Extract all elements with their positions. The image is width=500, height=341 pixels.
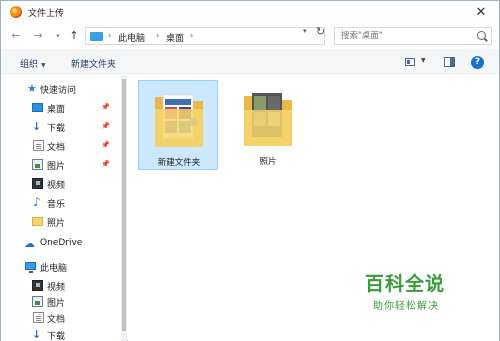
pin-icon: 📌 [101, 103, 110, 111]
breadcrumb-this-pc[interactable]: 此电脑 [118, 31, 145, 44]
address-bar[interactable]: › 此电脑 › 桌面 › [85, 27, 325, 45]
organize-label: 组织 [20, 60, 39, 70]
organize-button[interactable]: 组织 ▼ [20, 57, 46, 70]
nav-item-label: 快速访问 [40, 86, 77, 96]
nav-item-videos[interactable]: 视频 [1, 175, 119, 192]
nav-item-photos[interactable]: 照片 [1, 213, 119, 230]
nav-item-downloads[interactable]: ↓ 下载 📌 [1, 118, 119, 135]
back-arrow-icon[interactable]: ← [9, 29, 23, 43]
search-box[interactable] [334, 27, 492, 45]
address-row: ← → ▾ ↑ › 此电脑 › 桌面 › ▾ ↻ [1, 23, 499, 49]
nav-item-label: 下载 [47, 124, 66, 134]
nav-item-quick-access[interactable]: ★ 快速访问 [1, 80, 119, 97]
nav-item-pc-documents[interactable]: 文档 [1, 309, 119, 326]
nav-item-music[interactable]: ♪ 音乐 [1, 194, 119, 211]
breadcrumb-separator[interactable]: › [156, 31, 159, 40]
pictures-icon [32, 296, 43, 307]
pc-icon [90, 32, 103, 41]
nav-item-label: 视频 [47, 181, 66, 191]
forward-arrow-icon[interactable]: → [31, 29, 45, 43]
new-folder-button[interactable]: 新建文件夹 [71, 57, 116, 70]
desktop-icon [32, 103, 43, 112]
nav-item-label: 照片 [47, 219, 66, 229]
watermark-subtitle: 助你轻松解决 [373, 301, 439, 312]
nav-scrollbar-thumb[interactable] [122, 79, 126, 331]
cloud-icon: ☁ [24, 237, 35, 250]
nav-item-label: 下载 [47, 332, 66, 341]
file-list: 新建文件夹 照片 [128, 75, 499, 341]
pin-icon: 📌 [101, 141, 110, 149]
breadcrumb-desktop[interactable]: 桌面 [166, 31, 184, 44]
document-icon [33, 312, 44, 323]
search-icon[interactable] [477, 31, 486, 40]
folder-icon [155, 94, 203, 147]
search-input[interactable] [341, 30, 471, 42]
recent-locations-dropdown[interactable]: ▾ [51, 29, 65, 43]
breadcrumb-separator[interactable]: › [190, 31, 193, 40]
address-dropdown-icon[interactable]: ▾ [303, 27, 307, 35]
firefox-icon [10, 6, 22, 18]
refresh-icon[interactable]: ↻ [316, 25, 325, 38]
breadcrumb-separator[interactable]: › [108, 31, 111, 40]
nav-item-label: OneDrive [40, 238, 83, 248]
file-item-label: 照片 [259, 157, 277, 167]
file-item-photos[interactable]: 照片 [228, 80, 308, 170]
navigation-pane: ★ 快速访问 桌面 📌 ↓ 下载 📌 文档 📌 图片 📌 视频 ♪ 音乐 照片 … [1, 75, 121, 341]
close-button[interactable]: ✕ [467, 3, 495, 21]
view-options-dropdown[interactable]: ▼ [421, 57, 426, 64]
change-view-icon[interactable] [405, 58, 415, 66]
star-icon: ★ [27, 82, 37, 95]
video-icon [32, 178, 43, 189]
watermark-title: 百科全说 [365, 273, 446, 295]
document-icon [33, 140, 44, 151]
nav-item-label: 桌面 [47, 105, 66, 115]
pc-icon [25, 262, 36, 273]
pin-icon: 📌 [101, 122, 110, 130]
preview-pane-icon[interactable] [444, 57, 455, 67]
nav-item-pc-downloads[interactable]: ↓ 下载 [1, 326, 119, 341]
nav-item-pictures[interactable]: 图片 📌 [1, 156, 119, 173]
pin-icon: 📌 [101, 160, 110, 168]
folder-icon [244, 93, 292, 146]
file-upload-dialog: 文件上传 ✕ ← → ▾ ↑ › 此电脑 › 桌面 › ▾ ↻ 组织▼ 新建文件… [0, 0, 500, 341]
nav-item-pc-pictures[interactable]: 图片 [1, 293, 119, 310]
help-icon[interactable]: ? [471, 56, 484, 69]
nav-item-label: 音乐 [47, 200, 66, 210]
nav-item-label: 文档 [47, 315, 66, 325]
nav-item-documents[interactable]: 文档 📌 [1, 137, 119, 154]
nav-item-this-pc[interactable]: 此电脑 [1, 258, 119, 275]
title-bar: 文件上传 ✕ [1, 1, 499, 23]
music-icon: ♪ [33, 195, 41, 209]
folder-icon [32, 217, 43, 226]
nav-item-label: 图片 [47, 162, 66, 172]
pictures-icon [32, 159, 43, 170]
file-item-new-folder[interactable]: 新建文件夹 [138, 80, 218, 170]
window-title: 文件上传 [28, 9, 65, 19]
download-icon: ↓ [32, 328, 42, 341]
command-bar: 组织 ▼ 新建文件夹 ▼ ? [1, 50, 499, 74]
up-arrow-icon[interactable]: ↑ [67, 29, 81, 43]
nav-item-onedrive[interactable]: ☁ OneDrive [1, 235, 119, 252]
nav-item-label: 此电脑 [40, 264, 68, 274]
nav-item-label: 文档 [47, 143, 66, 153]
file-item-label: 新建文件夹 [157, 158, 201, 168]
nav-item-label: 视频 [47, 283, 66, 293]
nav-item-pc-videos[interactable]: 视频 [1, 277, 119, 294]
nav-item-label: 图片 [47, 299, 66, 309]
nav-item-desktop[interactable]: 桌面 📌 [1, 99, 119, 116]
download-icon: ↓ [32, 120, 42, 133]
video-icon [32, 280, 43, 291]
chevron-down-icon: ▼ [41, 62, 46, 69]
